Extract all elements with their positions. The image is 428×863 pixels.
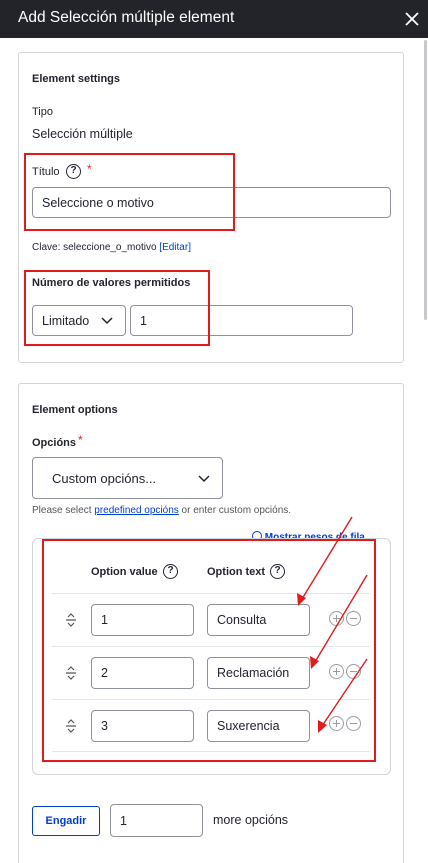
annotation-arrow [301,516,353,600]
annotation-arrow [321,658,368,727]
annotation-arrow [314,574,368,663]
annotation-arrow-head [318,720,327,733]
annotation-arrows [297,516,368,733]
